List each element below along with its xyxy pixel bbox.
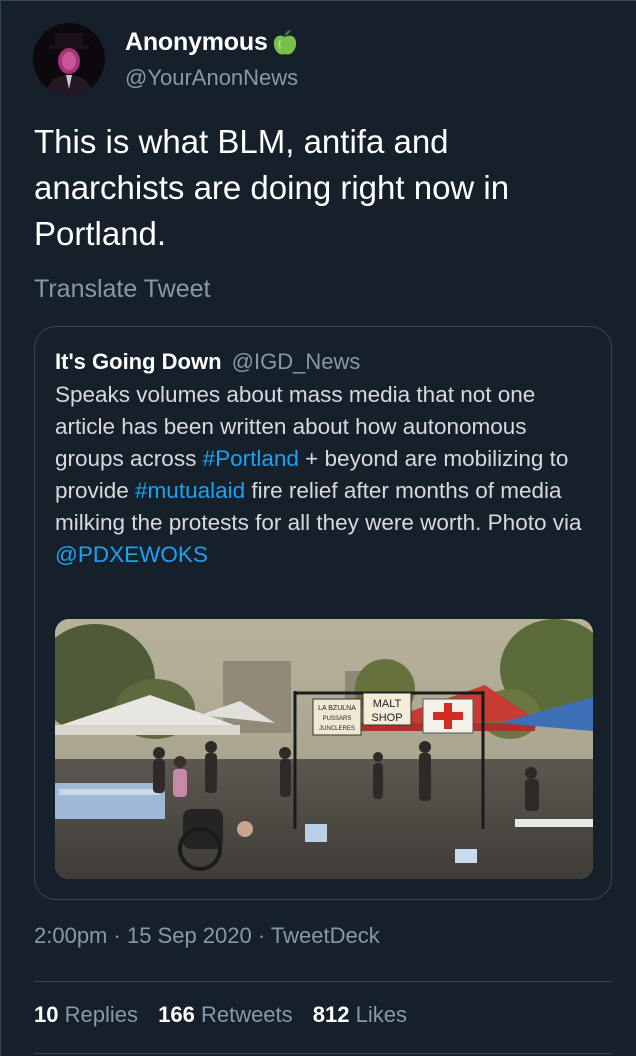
quoted-tweet-card[interactable]: It's Going Down @IGD_News Speaks volumes… — [34, 326, 612, 900]
quoted-author-name: It's Going Down — [55, 349, 222, 374]
meta-separator: · — [257, 923, 266, 948]
quoted-author-handle: @IGD_News — [231, 349, 361, 374]
likes-count: 812 — [312, 1002, 350, 1027]
hashtag-mutualaid[interactable]: #mutualaid — [135, 478, 245, 503]
quoted-tweet-text: Speaks volumes about mass media that not… — [55, 379, 595, 571]
relief-camp-photo: LA BZULNA PUSSARS JUNCLERES MALT SHOP — [55, 619, 593, 879]
quoted-tweet-header: It's Going Down @IGD_News — [55, 349, 360, 375]
mention-pdxewoks[interactable]: @PDXEWOKS — [55, 542, 208, 567]
quoted-tweet-photo[interactable]: LA BZULNA PUSSARS JUNCLERES MALT SHOP — [55, 619, 593, 879]
sign-text: PUSSARS — [323, 716, 352, 722]
retweets-stat[interactable]: 166 Retweets — [158, 1002, 293, 1027]
replies-stat[interactable]: 10 Replies — [34, 1002, 138, 1027]
sign-text: JUNCLERES — [319, 726, 355, 732]
author-name-row: Anonymous — [125, 28, 298, 57]
tweet-source[interactable]: TweetDeck — [271, 923, 380, 948]
sign-text: LA BZULNA — [318, 705, 356, 712]
tweet-stats: 10 Replies 166 Retweets 812 Likes — [34, 1002, 421, 1028]
tweet-time[interactable]: 2:00pm — [34, 923, 107, 948]
tweet-detail: Anonymous @YourAnonNews This is what BLM… — [0, 0, 636, 1056]
tweet-date[interactable]: 15 Sep 2020 — [127, 923, 252, 948]
hashtag-portland[interactable]: #Portland — [203, 446, 299, 471]
retweets-count: 166 — [158, 1002, 195, 1027]
author-avatar[interactable] — [33, 23, 105, 95]
author-handle[interactable]: @YourAnonNews — [125, 65, 298, 91]
tweet-meta: 2:00pm · 15 Sep 2020 · TweetDeck — [34, 923, 380, 949]
sign-text: MALT — [373, 698, 402, 710]
retweets-label: Retweets — [200, 1002, 293, 1027]
divider — [34, 981, 612, 982]
sign-text: SHOP — [371, 712, 402, 724]
meta-separator: · — [113, 923, 121, 948]
divider — [34, 1053, 612, 1054]
masked-figure-icon — [33, 23, 105, 95]
replies-count: 10 — [34, 1002, 59, 1027]
tweet-text: This is what BLM, antifa and anarchists … — [34, 123, 510, 252]
likes-stat[interactable]: 812 Likes — [313, 1002, 407, 1027]
replies-label: Replies — [64, 1002, 138, 1027]
author-name[interactable]: Anonymous — [125, 28, 268, 57]
translate-tweet-link[interactable]: Translate Tweet — [34, 275, 210, 304]
green-apple-icon — [272, 29, 298, 57]
likes-label: Likes — [355, 1002, 407, 1027]
